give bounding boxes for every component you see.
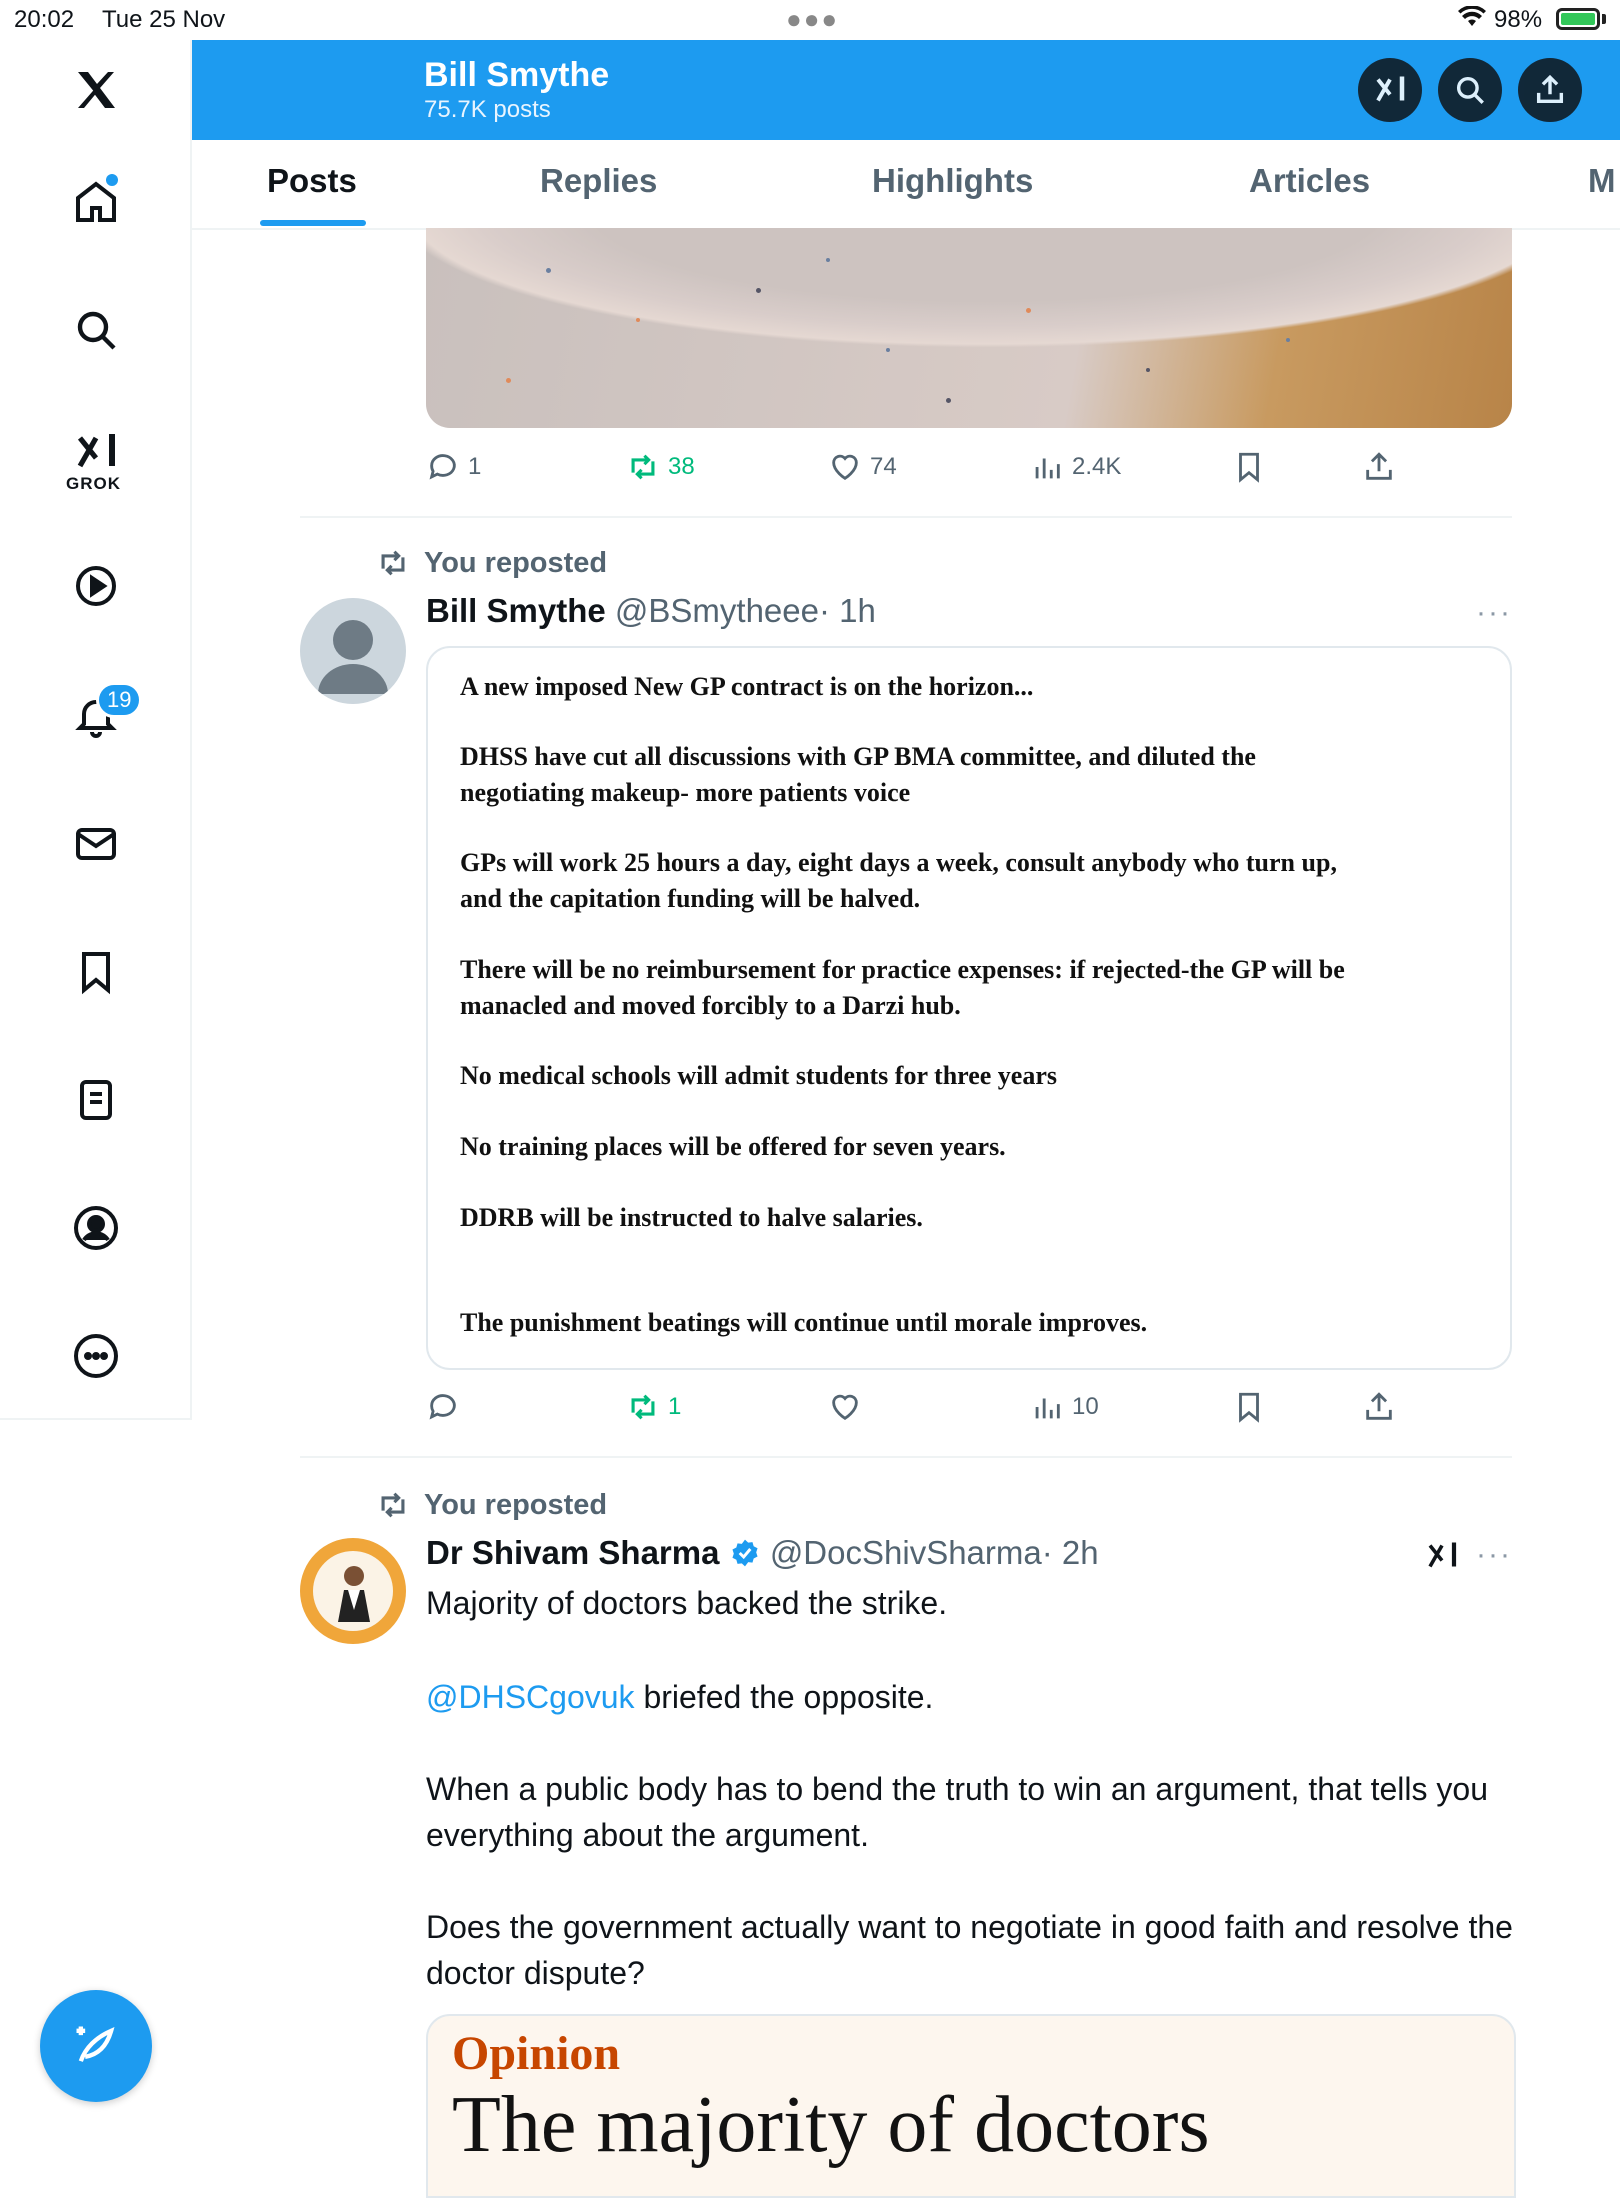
- x-logo-icon[interactable]: [64, 58, 128, 122]
- notifications-badge: 19: [96, 682, 143, 718]
- avatar[interactable]: [300, 598, 406, 704]
- status-date: Tue 25 Nov: [102, 6, 226, 33]
- tweet-text-p3: When a public body has to bend the truth…: [426, 1771, 1488, 1853]
- share-button[interactable]: [1362, 1390, 1396, 1424]
- post-time: · 2h: [1041, 1534, 1099, 1571]
- profile-tabs: Posts Replies Highlights Articles M: [192, 140, 1620, 230]
- messages-icon[interactable]: [64, 812, 128, 876]
- doc-line: There will be no reimbursement for pract…: [460, 955, 1345, 984]
- tab-replies[interactable]: Replies: [540, 162, 657, 200]
- tab-highlights[interactable]: Highlights: [872, 162, 1033, 200]
- video-icon[interactable]: [64, 554, 128, 618]
- active-tab-indicator: [260, 220, 366, 226]
- post2-actions: 1 10: [426, 1390, 1512, 1430]
- repost-label: You reposted: [424, 546, 608, 579]
- post-time: · 1h: [818, 592, 876, 629]
- article-title: The majority of doctors: [452, 2081, 1210, 2169]
- grok-header-button[interactable]: [1358, 58, 1422, 122]
- profile-name: Bill Smythe: [424, 56, 610, 94]
- doc-line: DDRB will be instructed to halve salarie…: [460, 1203, 923, 1232]
- battery-percent: 98%: [1494, 6, 1543, 33]
- bookmark-button[interactable]: [1232, 450, 1266, 484]
- profile-icon[interactable]: [64, 1196, 128, 1260]
- author-handle[interactable]: @BSmytheee: [615, 592, 819, 629]
- repost-button[interactable]: 38: [626, 450, 695, 484]
- share-button[interactable]: [1362, 450, 1396, 484]
- repost-label: You reposted: [424, 1488, 608, 1521]
- doc-line: and the capitation funding will be halve…: [460, 884, 921, 913]
- article-kicker: Opinion: [452, 2027, 621, 2080]
- compose-post-button[interactable]: [40, 1990, 152, 2102]
- search-icon[interactable]: [64, 298, 128, 362]
- post1-actions: 1 38 74 2.4K: [426, 450, 1512, 490]
- status-bar: 20:02 Tue 25 Nov ●●● 98%: [0, 0, 1620, 40]
- tweet-text-p2: @DHSCgovuk briefed the opposite.: [426, 1674, 1516, 1720]
- doc-line: No medical schools will admit students f…: [460, 1061, 1057, 1090]
- tweet-text-p2-rest: briefed the opposite.: [634, 1679, 934, 1715]
- doc-line: A new imposed New GP contract is on the …: [460, 672, 1034, 701]
- post-divider: [300, 516, 1512, 518]
- doc-line: The punishment beatings will continue un…: [460, 1308, 1148, 1337]
- grok-explain-icon[interactable]: [1424, 1536, 1460, 1581]
- home-icon[interactable]: [64, 170, 128, 234]
- repost-count: 38: [668, 453, 695, 480]
- doc-line: DHSS have cut all discussions with GP BM…: [460, 742, 1256, 771]
- post-image-document[interactable]: A new imposed New GP contract is on the …: [426, 646, 1512, 1370]
- profile-header-bar: Bill Smythe 75.7K posts: [192, 40, 1620, 140]
- status-time: 20:02: [14, 6, 75, 33]
- link-preview-card[interactable]: Opinion The majority of doctors: [426, 2014, 1516, 2198]
- doc-line: manacled and moved forcibly to a Darzi h…: [460, 991, 961, 1020]
- repost-icon: [381, 1492, 405, 1518]
- repost-button[interactable]: 1: [626, 1390, 681, 1424]
- view-count: 10: [1072, 1393, 1099, 1420]
- post-media-image[interactable]: [426, 228, 1512, 428]
- tab-media[interactable]: M: [1588, 162, 1616, 200]
- lists-icon[interactable]: [64, 1068, 128, 1132]
- reply-count: 1: [468, 453, 482, 480]
- avatar[interactable]: [300, 1538, 406, 1644]
- post-more-icon[interactable]: ···: [1476, 1538, 1512, 1572]
- tab-posts[interactable]: Posts: [267, 162, 357, 200]
- multitasking-dots-icon[interactable]: ●●●: [786, 4, 839, 35]
- bookmarks-icon[interactable]: [64, 940, 128, 1004]
- share-header-button[interactable]: [1518, 58, 1582, 122]
- wifi-icon: [1458, 5, 1486, 37]
- author-name[interactable]: Dr Shivam Sharma: [426, 1534, 719, 1571]
- views-button[interactable]: 10: [1030, 1390, 1099, 1424]
- tweet-text-p1: Majority of doctors backed the strike.: [426, 1585, 948, 1621]
- author-handle[interactable]: @DocShivSharma: [770, 1534, 1042, 1571]
- doc-line: GPs will work 25 hours a day, eight days…: [460, 848, 1337, 877]
- reply-button[interactable]: 1: [426, 450, 481, 484]
- battery-icon: [1556, 8, 1600, 30]
- author-name[interactable]: Bill Smythe: [426, 592, 606, 629]
- more-options-icon[interactable]: [64, 1324, 128, 1388]
- tweet-text-p4: Does the government actually want to neg…: [426, 1909, 1513, 1991]
- repost-indicator: You reposted: [376, 546, 607, 580]
- post-author-line: Bill Smythe @BSmytheee· 1h: [426, 592, 876, 630]
- like-button[interactable]: 74: [828, 450, 897, 484]
- post-author-line: Dr Shivam Sharma @DocShivSharma· 2h: [426, 1534, 1099, 1572]
- repost-icon: [381, 550, 405, 576]
- mention-link[interactable]: @DHSCgovuk: [426, 1679, 635, 1715]
- view-count: 2.4K: [1072, 453, 1122, 480]
- repost-indicator: You reposted: [376, 1488, 607, 1522]
- profile-posts-count: 75.7K posts: [424, 96, 551, 123]
- reply-button[interactable]: [426, 1390, 460, 1424]
- views-button[interactable]: 2.4K: [1030, 450, 1121, 484]
- post-more-icon[interactable]: ···: [1476, 596, 1512, 630]
- like-button[interactable]: [828, 1390, 862, 1424]
- grok-label: GROK: [66, 474, 121, 493]
- post-divider: [300, 1456, 1512, 1458]
- like-count: 74: [870, 453, 897, 480]
- repost-count: 1: [668, 1393, 682, 1420]
- doc-line: No training places will be offered for s…: [460, 1132, 1006, 1161]
- bookmark-button[interactable]: [1232, 1390, 1266, 1424]
- home-notification-dot: [106, 174, 118, 186]
- doc-line: negotiating makeup- more patients voice: [460, 778, 911, 807]
- tab-articles[interactable]: Articles: [1249, 162, 1370, 200]
- verified-badge-icon: [729, 1534, 761, 1571]
- search-header-button[interactable]: [1438, 58, 1502, 122]
